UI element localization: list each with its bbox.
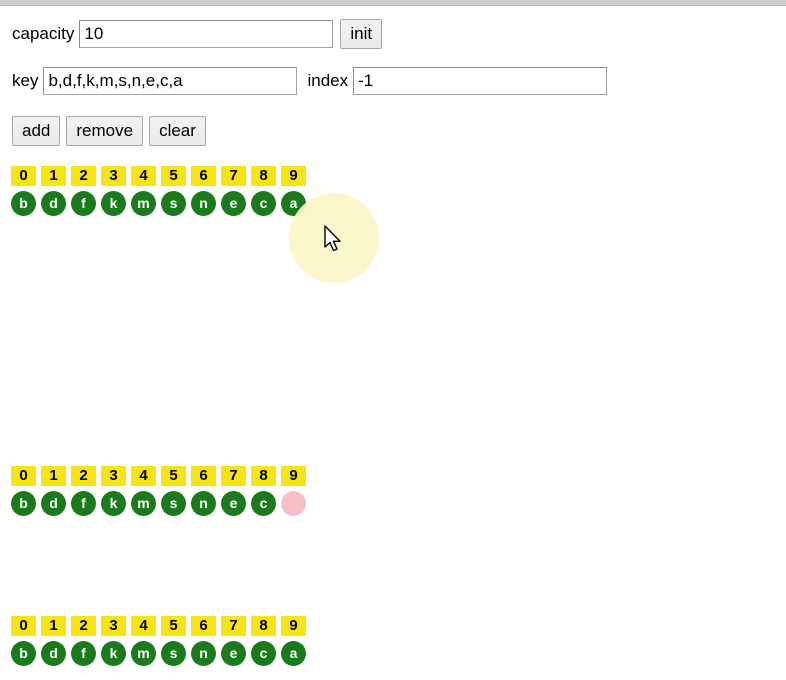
value-cell-0: b: [11, 641, 36, 666]
value-cell-9: a: [281, 191, 306, 216]
clear-button[interactable]: clear: [149, 116, 206, 146]
index-cell-1: 1: [41, 466, 66, 486]
index-cell-4: 4: [131, 466, 156, 486]
array-state-after-add: 0123456789 bdfkmsneca: [11, 616, 311, 666]
index-cell-0: 0: [11, 466, 36, 486]
key-label: key: [12, 71, 39, 90]
index-cell-7: 7: [221, 616, 246, 636]
index-cell-8: 8: [251, 166, 276, 186]
value-cell-1: d: [41, 641, 66, 666]
value-cell-1: d: [41, 491, 66, 516]
index-cell-8: 8: [251, 466, 276, 486]
value-cell-5: s: [161, 491, 186, 516]
index-cell-7: 7: [221, 466, 246, 486]
capacity-row: capacity init: [12, 19, 383, 49]
value-cell-3: k: [101, 641, 126, 666]
value-cell-6: n: [191, 641, 216, 666]
value-cell-9: a: [281, 641, 306, 666]
value-cell-2: f: [71, 491, 96, 516]
index-strip: 0123456789: [11, 616, 311, 636]
value-cell-7: e: [221, 191, 246, 216]
value-cell-8: c: [251, 491, 276, 516]
array-state-current: 0123456789 bdfkmsneca: [11, 166, 311, 216]
value-cell-8: c: [251, 191, 276, 216]
value-cell-7: e: [221, 641, 246, 666]
value-strip: bdfkmsneca: [11, 641, 311, 666]
index-cell-4: 4: [131, 616, 156, 636]
value-strip: bdfkmsneca: [11, 191, 311, 216]
index-cell-3: 3: [101, 616, 126, 636]
value-cell-5: s: [161, 641, 186, 666]
add-button[interactable]: add: [12, 116, 61, 146]
index-cell-9: 9: [281, 616, 306, 636]
index-cell-6: 6: [191, 466, 216, 486]
page-surface: capacity init key index add remove clear…: [0, 6, 786, 680]
value-strip: bdfkmsnec: [11, 491, 311, 516]
index-cell-2: 2: [71, 616, 96, 636]
index-cell-4: 4: [131, 166, 156, 186]
action-buttons-row: add remove clear: [12, 116, 206, 146]
index-input[interactable]: [353, 67, 608, 95]
index-cell-0: 0: [11, 166, 36, 186]
index-cell-2: 2: [71, 166, 96, 186]
index-cell-3: 3: [101, 466, 126, 486]
value-cell-4: m: [131, 191, 156, 216]
index-cell-3: 3: [101, 166, 126, 186]
value-cell-6: n: [191, 491, 216, 516]
index-cell-6: 6: [191, 616, 216, 636]
value-cell-1: d: [41, 191, 66, 216]
value-cell-8: c: [251, 641, 276, 666]
remove-button[interactable]: remove: [66, 116, 144, 146]
index-cell-0: 0: [11, 616, 36, 636]
index-strip: 0123456789: [11, 166, 311, 186]
value-cell-4: m: [131, 641, 156, 666]
key-index-row: key index: [12, 67, 608, 95]
index-strip: 0123456789: [11, 466, 311, 486]
index-cell-9: 9: [281, 166, 306, 186]
index-cell-9: 9: [281, 466, 306, 486]
array-state-before-add: 0123456789 bdfkmsnec: [11, 466, 311, 516]
value-cell-0: b: [11, 191, 36, 216]
value-cell-0: b: [11, 491, 36, 516]
value-cell-2: f: [71, 191, 96, 216]
mouse-cursor-icon: [324, 225, 341, 252]
value-cell-2: f: [71, 641, 96, 666]
value-cell-7: e: [221, 491, 246, 516]
value-cell-3: k: [101, 491, 126, 516]
init-button[interactable]: init: [340, 19, 383, 49]
index-cell-5: 5: [161, 616, 186, 636]
index-cell-7: 7: [221, 166, 246, 186]
index-cell-5: 5: [161, 166, 186, 186]
index-cell-6: 6: [191, 166, 216, 186]
value-cell-3: k: [101, 191, 126, 216]
key-input[interactable]: [43, 67, 298, 95]
value-cell-empty-9: [281, 491, 306, 516]
index-cell-1: 1: [41, 616, 66, 636]
capacity-input[interactable]: [79, 20, 334, 48]
value-cell-5: s: [161, 191, 186, 216]
value-cell-4: m: [131, 491, 156, 516]
index-cell-8: 8: [251, 616, 276, 636]
index-cell-2: 2: [71, 466, 96, 486]
index-label: index: [307, 71, 349, 90]
capacity-label: capacity: [12, 24, 75, 43]
index-cell-1: 1: [41, 166, 66, 186]
index-cell-5: 5: [161, 466, 186, 486]
value-cell-6: n: [191, 191, 216, 216]
